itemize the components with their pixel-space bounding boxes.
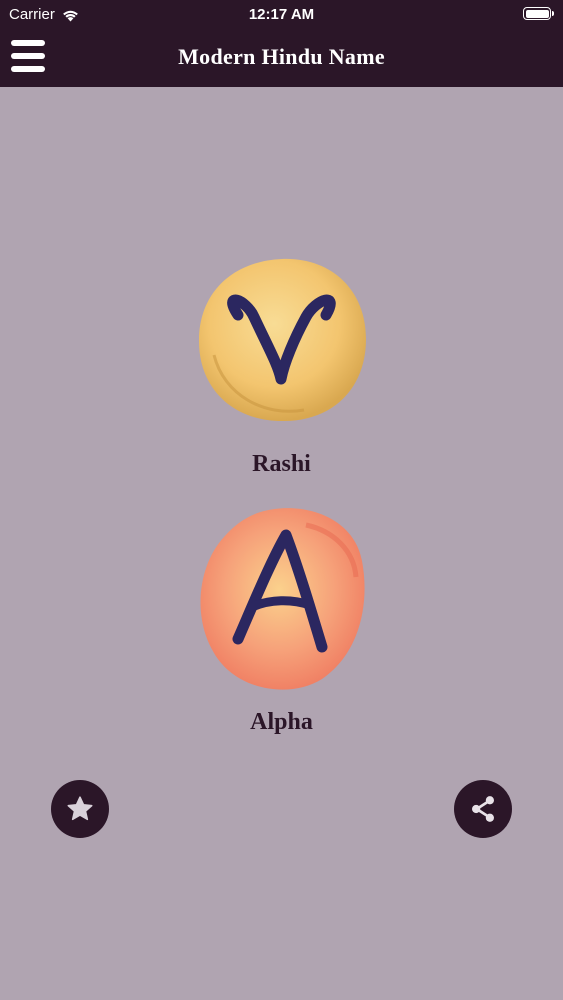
status-bar: Carrier 12:17 AM bbox=[0, 0, 563, 30]
rashi-label: Rashi bbox=[252, 451, 311, 477]
status-time: 12:17 AM bbox=[248, 6, 315, 23]
aries-symbol-icon bbox=[194, 255, 370, 425]
star-icon bbox=[67, 796, 93, 821]
top-bar: Carrier 12:17 AM Modern Hindu Name bbox=[0, 0, 563, 87]
battery-full-icon bbox=[523, 7, 554, 20]
page-title: Modern Hindu Name bbox=[178, 44, 385, 69]
alpha-label: Alpha bbox=[250, 709, 313, 735]
share-button[interactable] bbox=[454, 780, 512, 838]
share-icon bbox=[472, 796, 494, 822]
rashi-tile[interactable]: Rashi bbox=[0, 255, 563, 485]
alpha-tile[interactable]: Alpha bbox=[0, 503, 563, 743]
letter-a-icon bbox=[194, 503, 370, 693]
favorite-button[interactable] bbox=[51, 780, 109, 838]
